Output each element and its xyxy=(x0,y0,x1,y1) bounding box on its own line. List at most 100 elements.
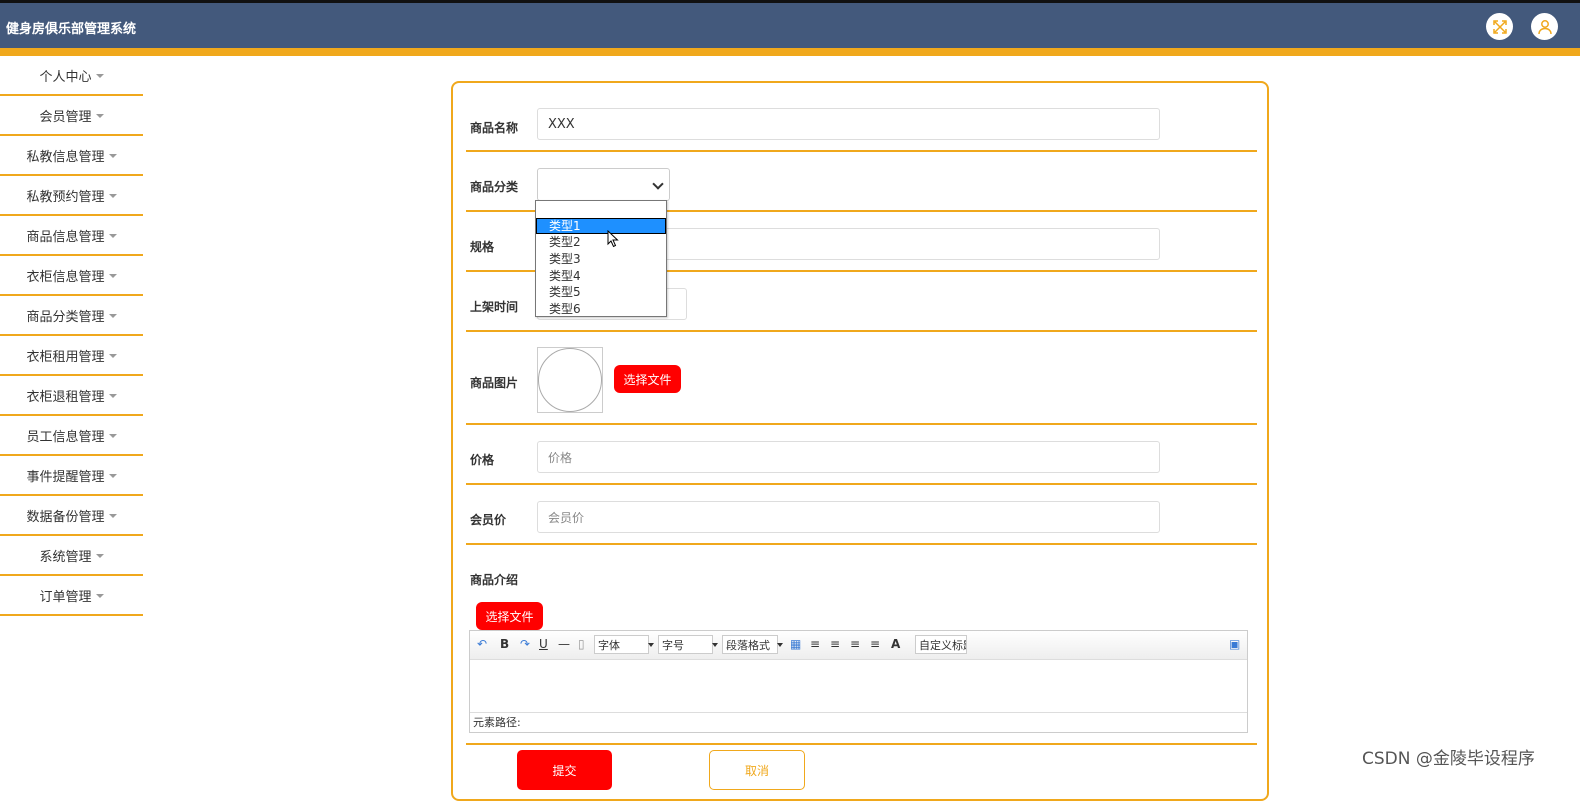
underline-button[interactable]: U xyxy=(539,637,548,651)
sidebar-item-product-info[interactable]: 商品信息管理 xyxy=(0,216,143,256)
sidebar-item-orders[interactable]: 订单管理 xyxy=(0,576,143,616)
dropdown-arrow-icon xyxy=(712,643,718,647)
category-label: 商品分类 xyxy=(470,180,519,194)
submit-button[interactable]: 提交 xyxy=(517,750,612,790)
sidebar-item-label: 衣柜租用管理 xyxy=(26,349,105,365)
member-price-label: 会员价 xyxy=(470,513,507,527)
align-left-icon[interactable]: ≡ xyxy=(810,637,820,651)
category-option[interactable]: 类型6 xyxy=(536,301,666,318)
editor-statusbar: 元素路径: xyxy=(470,712,1247,732)
caret-down-icon xyxy=(95,74,104,78)
sidebar: 个人中心 会员管理 私教信息管理 私教预约管理 商品信息管理 衣柜信息管理 商品… xyxy=(0,56,143,616)
sidebar-item-personal-center[interactable]: 个人中心 xyxy=(0,56,143,96)
caret-down-icon xyxy=(108,434,117,438)
sidebar-item-locker-info[interactable]: 衣柜信息管理 xyxy=(0,256,143,296)
editor-toolbar: ↶ B ↷ U — ▯ 字体 字号 段落格式 ▦ ≡ ≡ ≡ ≡ A 自定义标题… xyxy=(470,631,1247,660)
align-center-icon[interactable]: ≡ xyxy=(850,637,860,651)
category-option[interactable]: 类型3 xyxy=(536,251,666,268)
bold-button[interactable]: B xyxy=(500,637,509,651)
category-dropdown-list[interactable]: 类型1 类型2 类型3 类型4 类型5 类型6 xyxy=(535,200,667,317)
custom-title-value: 自定义标题 xyxy=(919,639,966,652)
sidebar-item-staff-info[interactable]: 员工信息管理 xyxy=(0,416,143,456)
sidebar-item-label: 会员管理 xyxy=(39,109,92,125)
sidebar-item-label: 私教信息管理 xyxy=(26,149,105,165)
intro-choose-file-button[interactable]: 选择文件 xyxy=(476,602,543,630)
sidebar-item-member[interactable]: 会员管理 xyxy=(0,96,143,136)
rich-text-editor: ↶ B ↷ U — ▯ 字体 字号 段落格式 ▦ ≡ ≡ ≡ ≡ A 自定义标题… xyxy=(469,630,1248,733)
sidebar-item-coach-booking[interactable]: 私教预约管理 xyxy=(0,176,143,216)
sidebar-item-label: 衣柜退租管理 xyxy=(26,389,105,405)
member-price-input[interactable]: 会员价 xyxy=(537,501,1160,533)
sidebar-item-label: 员工信息管理 xyxy=(26,429,105,445)
paragraph-format-select[interactable]: 段落格式 xyxy=(722,635,783,654)
name-label: 商品名称 xyxy=(470,121,519,135)
caret-down-icon xyxy=(108,314,117,318)
sidebar-item-label: 系统管理 xyxy=(39,549,92,565)
fullscreen-editor-icon[interactable]: ▣ xyxy=(1229,637,1240,651)
sidebar-item-locker-rental[interactable]: 衣柜租用管理 xyxy=(0,336,143,376)
choose-image-button[interactable]: 选择文件 xyxy=(614,365,681,393)
caret-down-icon xyxy=(95,114,104,118)
custom-title-select[interactable]: 自定义标题 xyxy=(915,635,967,654)
paragraph-format-value: 段落格式 xyxy=(726,639,770,652)
intro-label: 商品介绍 xyxy=(470,573,519,587)
sidebar-item-data-backup[interactable]: 数据备份管理 xyxy=(0,496,143,536)
sidebar-item-system[interactable]: 系统管理 xyxy=(0,536,143,576)
table-icon[interactable]: ▦ xyxy=(790,637,801,651)
category-option-selected[interactable]: 类型1 xyxy=(536,217,666,235)
sidebar-item-label: 衣柜信息管理 xyxy=(26,269,105,285)
caret-down-icon xyxy=(108,354,117,358)
sidebar-item-label: 商品信息管理 xyxy=(26,229,105,245)
sidebar-item-event-reminder[interactable]: 事件提醒管理 xyxy=(0,456,143,496)
caret-down-icon xyxy=(95,554,104,558)
align-justify-icon[interactable]: ≡ xyxy=(870,637,880,651)
mouse-cursor-icon xyxy=(607,230,619,248)
sidebar-item-label: 个人中心 xyxy=(39,69,92,85)
form-row-price: 价格 价格 xyxy=(466,425,1257,485)
caret-down-icon xyxy=(108,474,117,478)
cancel-button[interactable]: 取消 xyxy=(709,750,805,790)
sidebar-item-label: 商品分类管理 xyxy=(26,309,105,325)
caret-down-icon xyxy=(108,194,117,198)
broken-image-icon xyxy=(538,348,602,412)
image-label: 商品图片 xyxy=(470,376,519,390)
font-size-select[interactable]: 字号 xyxy=(658,635,718,654)
app-title: 健身房俱乐部管理系统 xyxy=(6,22,137,37)
spec-label: 规格 xyxy=(470,240,495,254)
category-option[interactable]: 类型2 xyxy=(536,234,666,251)
category-option[interactable]: 类型4 xyxy=(536,268,666,285)
editor-body[interactable] xyxy=(470,660,1247,714)
product-image-preview xyxy=(537,347,603,413)
align-right-icon[interactable]: ≡ xyxy=(830,637,840,651)
sidebar-item-locker-return[interactable]: 衣柜退租管理 xyxy=(0,376,143,416)
price-label: 价格 xyxy=(470,453,495,467)
fullscreen-icon[interactable] xyxy=(1486,13,1513,40)
form-row-image: 商品图片 选择文件 xyxy=(466,332,1257,425)
sidebar-item-coach-info[interactable]: 私教信息管理 xyxy=(0,136,143,176)
name-input[interactable]: XXX xyxy=(537,108,1160,140)
font-family-value: 字体 xyxy=(598,639,620,652)
caret-down-icon xyxy=(108,274,117,278)
chevron-down-icon xyxy=(652,178,664,190)
caret-down-icon xyxy=(108,514,117,518)
sidebar-item-label: 私教预约管理 xyxy=(26,189,105,205)
dropdown-arrow-icon xyxy=(648,643,654,647)
caret-down-icon xyxy=(108,394,117,398)
font-family-select[interactable]: 字体 xyxy=(594,635,654,654)
category-option[interactable]: 类型5 xyxy=(536,284,666,301)
watermark: CSDN @金陵毕设程序 xyxy=(1362,749,1535,769)
top-accent-bar: 健身房俱乐部管理系统 xyxy=(0,0,1580,56)
sidebar-item-product-category[interactable]: 商品分类管理 xyxy=(0,296,143,336)
category-select[interactable] xyxy=(537,168,670,201)
user-icon[interactable] xyxy=(1531,13,1558,40)
redo-icon[interactable]: ↷ xyxy=(520,637,530,651)
price-input[interactable]: 价格 xyxy=(537,441,1160,473)
caret-down-icon xyxy=(108,234,117,238)
horizontal-rule-icon[interactable]: — xyxy=(558,637,570,651)
font-color-button[interactable]: A xyxy=(891,637,900,651)
page-icon[interactable]: ▯ xyxy=(578,637,585,651)
caret-down-icon xyxy=(95,594,104,598)
sidebar-item-label: 订单管理 xyxy=(39,589,92,605)
category-option[interactable] xyxy=(536,201,666,218)
undo-icon[interactable]: ↶ xyxy=(477,637,487,651)
